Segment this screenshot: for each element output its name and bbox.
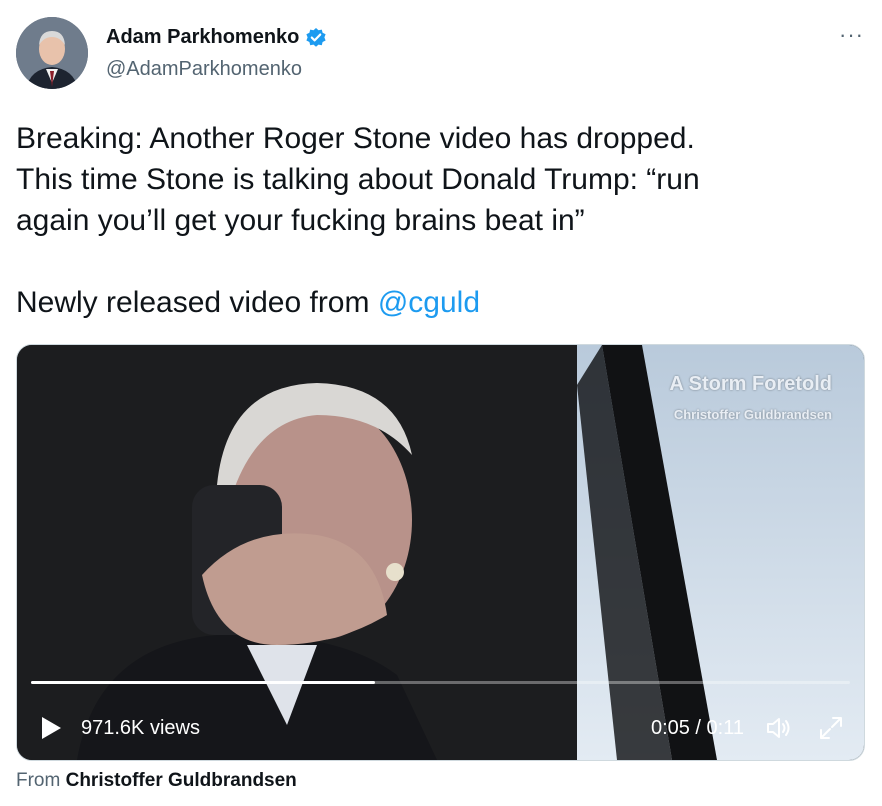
video-time: 0:05 / 0:11 <box>650 717 744 739</box>
attribution-source-link[interactable]: Christoffer Guldbrandsen <box>66 770 297 791</box>
tweet-text: Breaking: Another Roger Stone video has … <box>16 118 866 323</box>
verified-badge-icon <box>305 27 327 49</box>
more-options-button[interactable]: ··· <box>839 22 864 48</box>
attribution-prefix: From <box>16 770 66 791</box>
tweet-line: This time Stone is talking about Donald … <box>16 163 700 196</box>
mention-link[interactable]: @cguld <box>378 286 480 319</box>
volume-icon[interactable] <box>764 713 794 743</box>
author-handle[interactable]: @AdamParkhomenko <box>106 58 302 81</box>
video-overlay-subtitle: Christoffer Guldbrandsen <box>673 407 832 422</box>
tweet-line-text: Newly released video from <box>16 286 378 319</box>
avatar[interactable] <box>16 17 88 89</box>
tweet-line: Newly released video from @cguld <box>16 282 866 323</box>
video-attribution: From Christoffer Guldbrandsen <box>16 770 297 792</box>
video-overlay-title: A Storm Foretold <box>669 373 832 395</box>
tweet-line: again you’ll get your fucking brains bea… <box>16 204 585 237</box>
author-name-row[interactable]: Adam Parkhomenko <box>106 26 327 49</box>
video-player[interactable]: A Storm Foretold Christoffer Guldbrandse… <box>16 344 865 761</box>
tweet-line: Breaking: Another Roger Stone video has … <box>16 122 695 155</box>
author-name[interactable]: Adam Parkhomenko <box>106 26 299 49</box>
play-icon[interactable] <box>39 715 63 741</box>
video-progress-fill <box>31 681 375 684</box>
view-count: 971.6K views <box>81 717 200 739</box>
video-progress-bar[interactable] <box>31 681 850 684</box>
fullscreen-icon[interactable] <box>816 713 846 743</box>
